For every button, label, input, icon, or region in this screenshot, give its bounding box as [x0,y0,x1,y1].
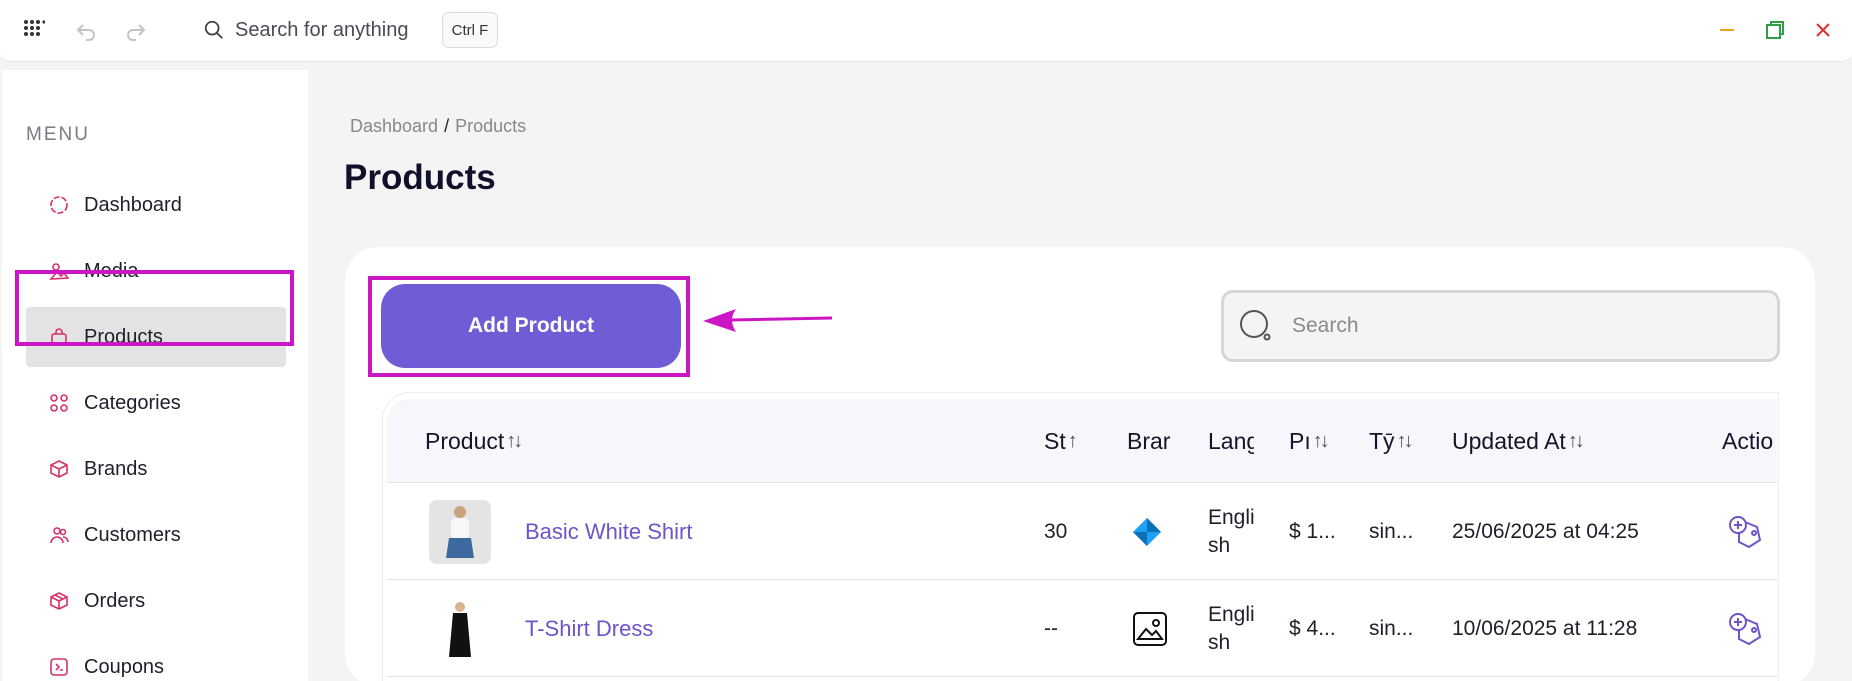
sort-asc-icon[interactable]: ↑ [1068,430,1078,453]
language-value: English [1208,603,1255,654]
column-type[interactable]: Tȳ ↑↓ [1369,399,1419,483]
sidebar-item-label: Coupons [84,655,165,678]
sort-icon[interactable]: ↑↓ [506,430,523,453]
sidebar-item-customers[interactable]: Customers [26,505,286,565]
column-brand[interactable]: Brar [1127,399,1172,483]
sort-icon[interactable]: ↑↓ [1313,430,1330,453]
pointer-arrow [703,309,833,332]
global-search-label[interactable]: Search for anything [235,19,408,42]
column-stock[interactable]: St ↑ [1044,399,1094,483]
sidebar-item-label: Customers [84,523,181,546]
search-input[interactable] [1292,314,1752,338]
sidebar-item-orders[interactable]: Orders [26,571,286,631]
cube-icon [48,458,70,480]
language-value: English [1208,506,1255,557]
breadcrumb-dashboard[interactable]: Dashboard [350,116,438,136]
search-icon[interactable] [202,18,226,42]
column-updated-at[interactable]: Updated At ↑↓ [1452,399,1632,483]
coupon-icon [48,656,70,678]
top-bar: Search for anything Ctrl F [0,0,1852,62]
undo-icon[interactable] [74,18,98,42]
sidebar-item-coupons[interactable]: Coupons [26,637,286,681]
sidebar-item-dashboard[interactable]: Dashboard [26,175,286,235]
column-language[interactable]: Lang [1208,399,1254,483]
product-thumbnail[interactable] [429,581,491,677]
redo-icon[interactable] [124,18,148,42]
table-row[interactable]: Basic White Shirt 30 English $ 1... sin.… [387,484,1777,580]
page-title: Products [344,158,496,197]
close-icon[interactable] [1810,17,1836,43]
products-highlight-box [15,270,294,346]
type-value: sin... [1369,520,1414,543]
sidebar-item-label: Brands [84,457,148,480]
minimize-icon[interactable] [1714,17,1740,43]
sidebar-item-label: Categories [84,391,181,414]
column-price[interactable]: Pı ↑↓ [1289,399,1339,483]
breadcrumb: Dashboard / Products [350,116,526,137]
product-search-box[interactable] [1221,290,1780,362]
breadcrumb-separator: / [444,116,450,136]
diamond-logo-icon [1132,484,1162,580]
box-icon [48,590,70,612]
add-tag-icon[interactable] [1727,581,1763,677]
product-name-link[interactable]: T-Shirt Dress [525,581,825,677]
users-icon [48,524,70,546]
price-value: $ 1... [1289,520,1336,543]
search-shortcut-badge: Ctrl F [442,12,498,48]
stock-value: 30 [1044,520,1068,543]
price-value: $ 4... [1289,617,1336,640]
updated-at-value: 10/06/2025 at 11:28 [1452,617,1638,640]
column-product[interactable]: Product ↑↓ [425,399,575,483]
updated-at-value: 25/06/2025 at 04:25 [1452,520,1639,543]
add-tag-icon[interactable] [1727,484,1763,580]
image-placeholder-icon [1132,581,1168,677]
search-icon [1236,306,1276,346]
sidebar-item-categories[interactable]: Categories [26,373,286,433]
add-product-highlight-box [368,276,690,377]
sort-icon[interactable]: ↑↓ [1568,430,1585,453]
maximize-icon[interactable] [1762,17,1788,43]
categories-icon [48,392,70,414]
sidebar-item-label: Orders [84,589,146,612]
product-thumbnail[interactable] [429,484,491,580]
table-header: Product↑↓ St↑ Brar Lang Pı↑↓ Tȳ↑↓ Update… [387,399,1777,483]
stock-value: -- [1044,617,1058,640]
sidebar: MENU Dashboard Media Products Categories… [2,70,308,681]
sort-icon[interactable]: ↑↓ [1397,430,1414,453]
menu-title: MENU [26,124,90,145]
breadcrumb-current: Products [455,116,527,136]
table-row[interactable]: T-Shirt Dress -- English $ 4... sin... 1… [387,581,1777,677]
apps-grid-icon[interactable] [22,18,46,42]
dashboard-icon [48,194,70,216]
column-actions: Actio [1722,427,1774,454]
type-value: sin... [1369,617,1414,640]
product-name-link[interactable]: Basic White Shirt [525,484,825,580]
products-table: Product↑↓ St↑ Brar Lang Pı↑↓ Tȳ↑↓ Update… [382,392,1779,681]
sidebar-item-label: Dashboard [84,193,182,216]
sidebar-item-brands[interactable]: Brands [26,439,286,499]
